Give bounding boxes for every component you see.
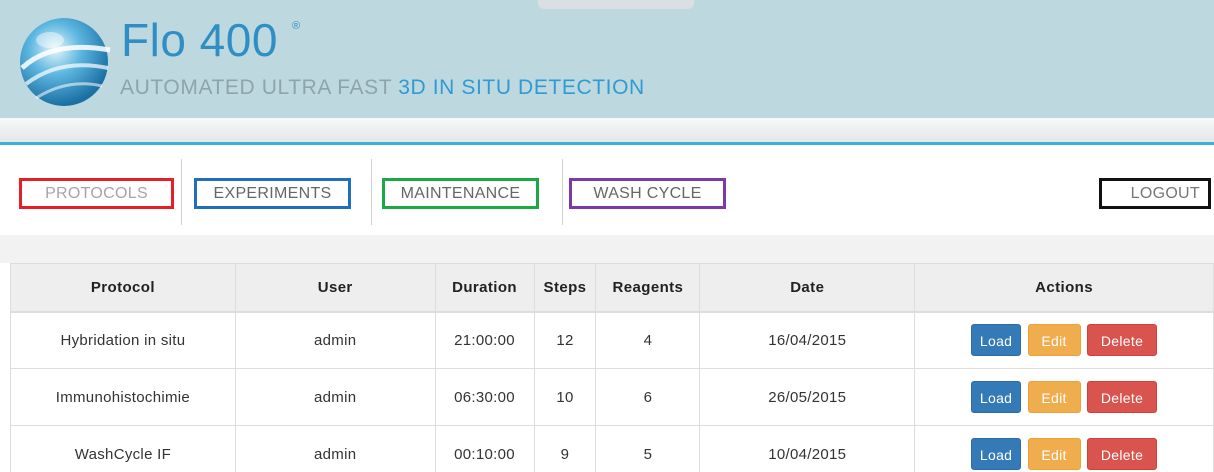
tagline: AUTOMATED ULTRA FAST 3D IN SITU DETECTIO… xyxy=(120,74,645,102)
cell-user: admin xyxy=(234,368,436,426)
header-date[interactable]: Date xyxy=(699,263,916,313)
nav-protocols-button[interactable]: PROTOCOLS xyxy=(19,178,174,209)
app-header: Flo 400 ® AUTOMATED ULTRA FAST 3D IN SIT… xyxy=(0,0,1214,118)
logout-button[interactable]: LOGOUT xyxy=(1099,178,1211,209)
load-button[interactable]: Load xyxy=(971,438,1022,470)
header-duration[interactable]: Duration xyxy=(434,263,535,313)
edit-button[interactable]: Edit xyxy=(1027,324,1081,357)
cell-actions: Load Edit Delete xyxy=(914,368,1214,426)
tagline-part2: 3D IN SITU DETECTION xyxy=(398,76,645,99)
header-user[interactable]: User xyxy=(234,263,436,313)
cell-reagents: 4 xyxy=(595,311,701,369)
cell-protocol: Immunohistochimie xyxy=(10,368,236,426)
cell-steps: 9 xyxy=(533,425,597,472)
cell-date: 26/05/2015 xyxy=(699,368,916,426)
cell-protocol: WashCycle IF xyxy=(10,425,236,472)
tagline-part1: AUTOMATED ULTRA FAST xyxy=(120,76,399,99)
cell-date: 16/04/2015 xyxy=(699,311,916,369)
edit-button[interactable]: Edit xyxy=(1027,438,1081,470)
cell-steps: 12 xyxy=(533,311,597,369)
nav-divider xyxy=(562,159,563,225)
cell-user: admin xyxy=(234,425,436,472)
protocols-table: Protocol User Duration Steps Reagents Da… xyxy=(10,263,1214,472)
cell-duration: 00:10:00 xyxy=(434,425,535,472)
table-row: Immunohistochimie admin 06:30:00 10 6 26… xyxy=(10,368,1214,426)
header-reagents[interactable]: Reagents xyxy=(595,263,701,313)
cell-date: 10/04/2015 xyxy=(699,425,916,472)
cell-actions: Load Edit Delete xyxy=(914,425,1214,472)
cell-protocol: Hybridation in situ xyxy=(10,311,236,369)
cell-actions: Load Edit Delete xyxy=(914,311,1214,369)
header-steps[interactable]: Steps xyxy=(533,263,597,313)
delete-button[interactable]: Delete xyxy=(1087,324,1158,357)
header-tab xyxy=(538,0,694,9)
nav-divider xyxy=(181,159,182,225)
table-header-row: Protocol User Duration Steps Reagents Da… xyxy=(10,263,1214,313)
brand-name: Flo 400 xyxy=(121,14,278,66)
delete-button[interactable]: Delete xyxy=(1087,438,1158,470)
content-spacer xyxy=(0,235,1214,263)
logo-sphere-icon xyxy=(20,18,111,106)
table-row: WashCycle IF admin 00:10:00 9 5 10/04/20… xyxy=(10,425,1214,472)
cell-reagents: 5 xyxy=(595,425,701,472)
delete-button[interactable]: Delete xyxy=(1087,381,1158,413)
nav-wash-cycle-button[interactable]: WASH CYCLE xyxy=(569,178,726,209)
main-nav: PROTOCOLS EXPERIMENTS MAINTENANCE WASH C… xyxy=(0,145,1214,235)
nav-divider xyxy=(371,159,372,225)
edit-button[interactable]: Edit xyxy=(1027,381,1081,413)
nav-experiments-button[interactable]: EXPERIMENTS xyxy=(194,178,351,209)
cell-duration: 06:30:00 xyxy=(434,368,535,426)
cell-user: admin xyxy=(234,311,436,369)
load-button[interactable]: Load xyxy=(971,324,1022,357)
header-subbar xyxy=(0,118,1214,142)
load-button[interactable]: Load xyxy=(971,381,1022,413)
nav-maintenance-button[interactable]: MAINTENANCE xyxy=(382,178,539,209)
registered-mark: ® xyxy=(292,20,301,32)
cell-duration: 21:00:00 xyxy=(434,311,535,369)
table-row: Hybridation in situ admin 21:00:00 12 4 … xyxy=(10,311,1214,369)
header-protocol[interactable]: Protocol xyxy=(10,263,236,313)
header-actions: Actions xyxy=(914,263,1214,313)
cell-reagents: 6 xyxy=(595,368,701,426)
cell-steps: 10 xyxy=(533,368,597,426)
